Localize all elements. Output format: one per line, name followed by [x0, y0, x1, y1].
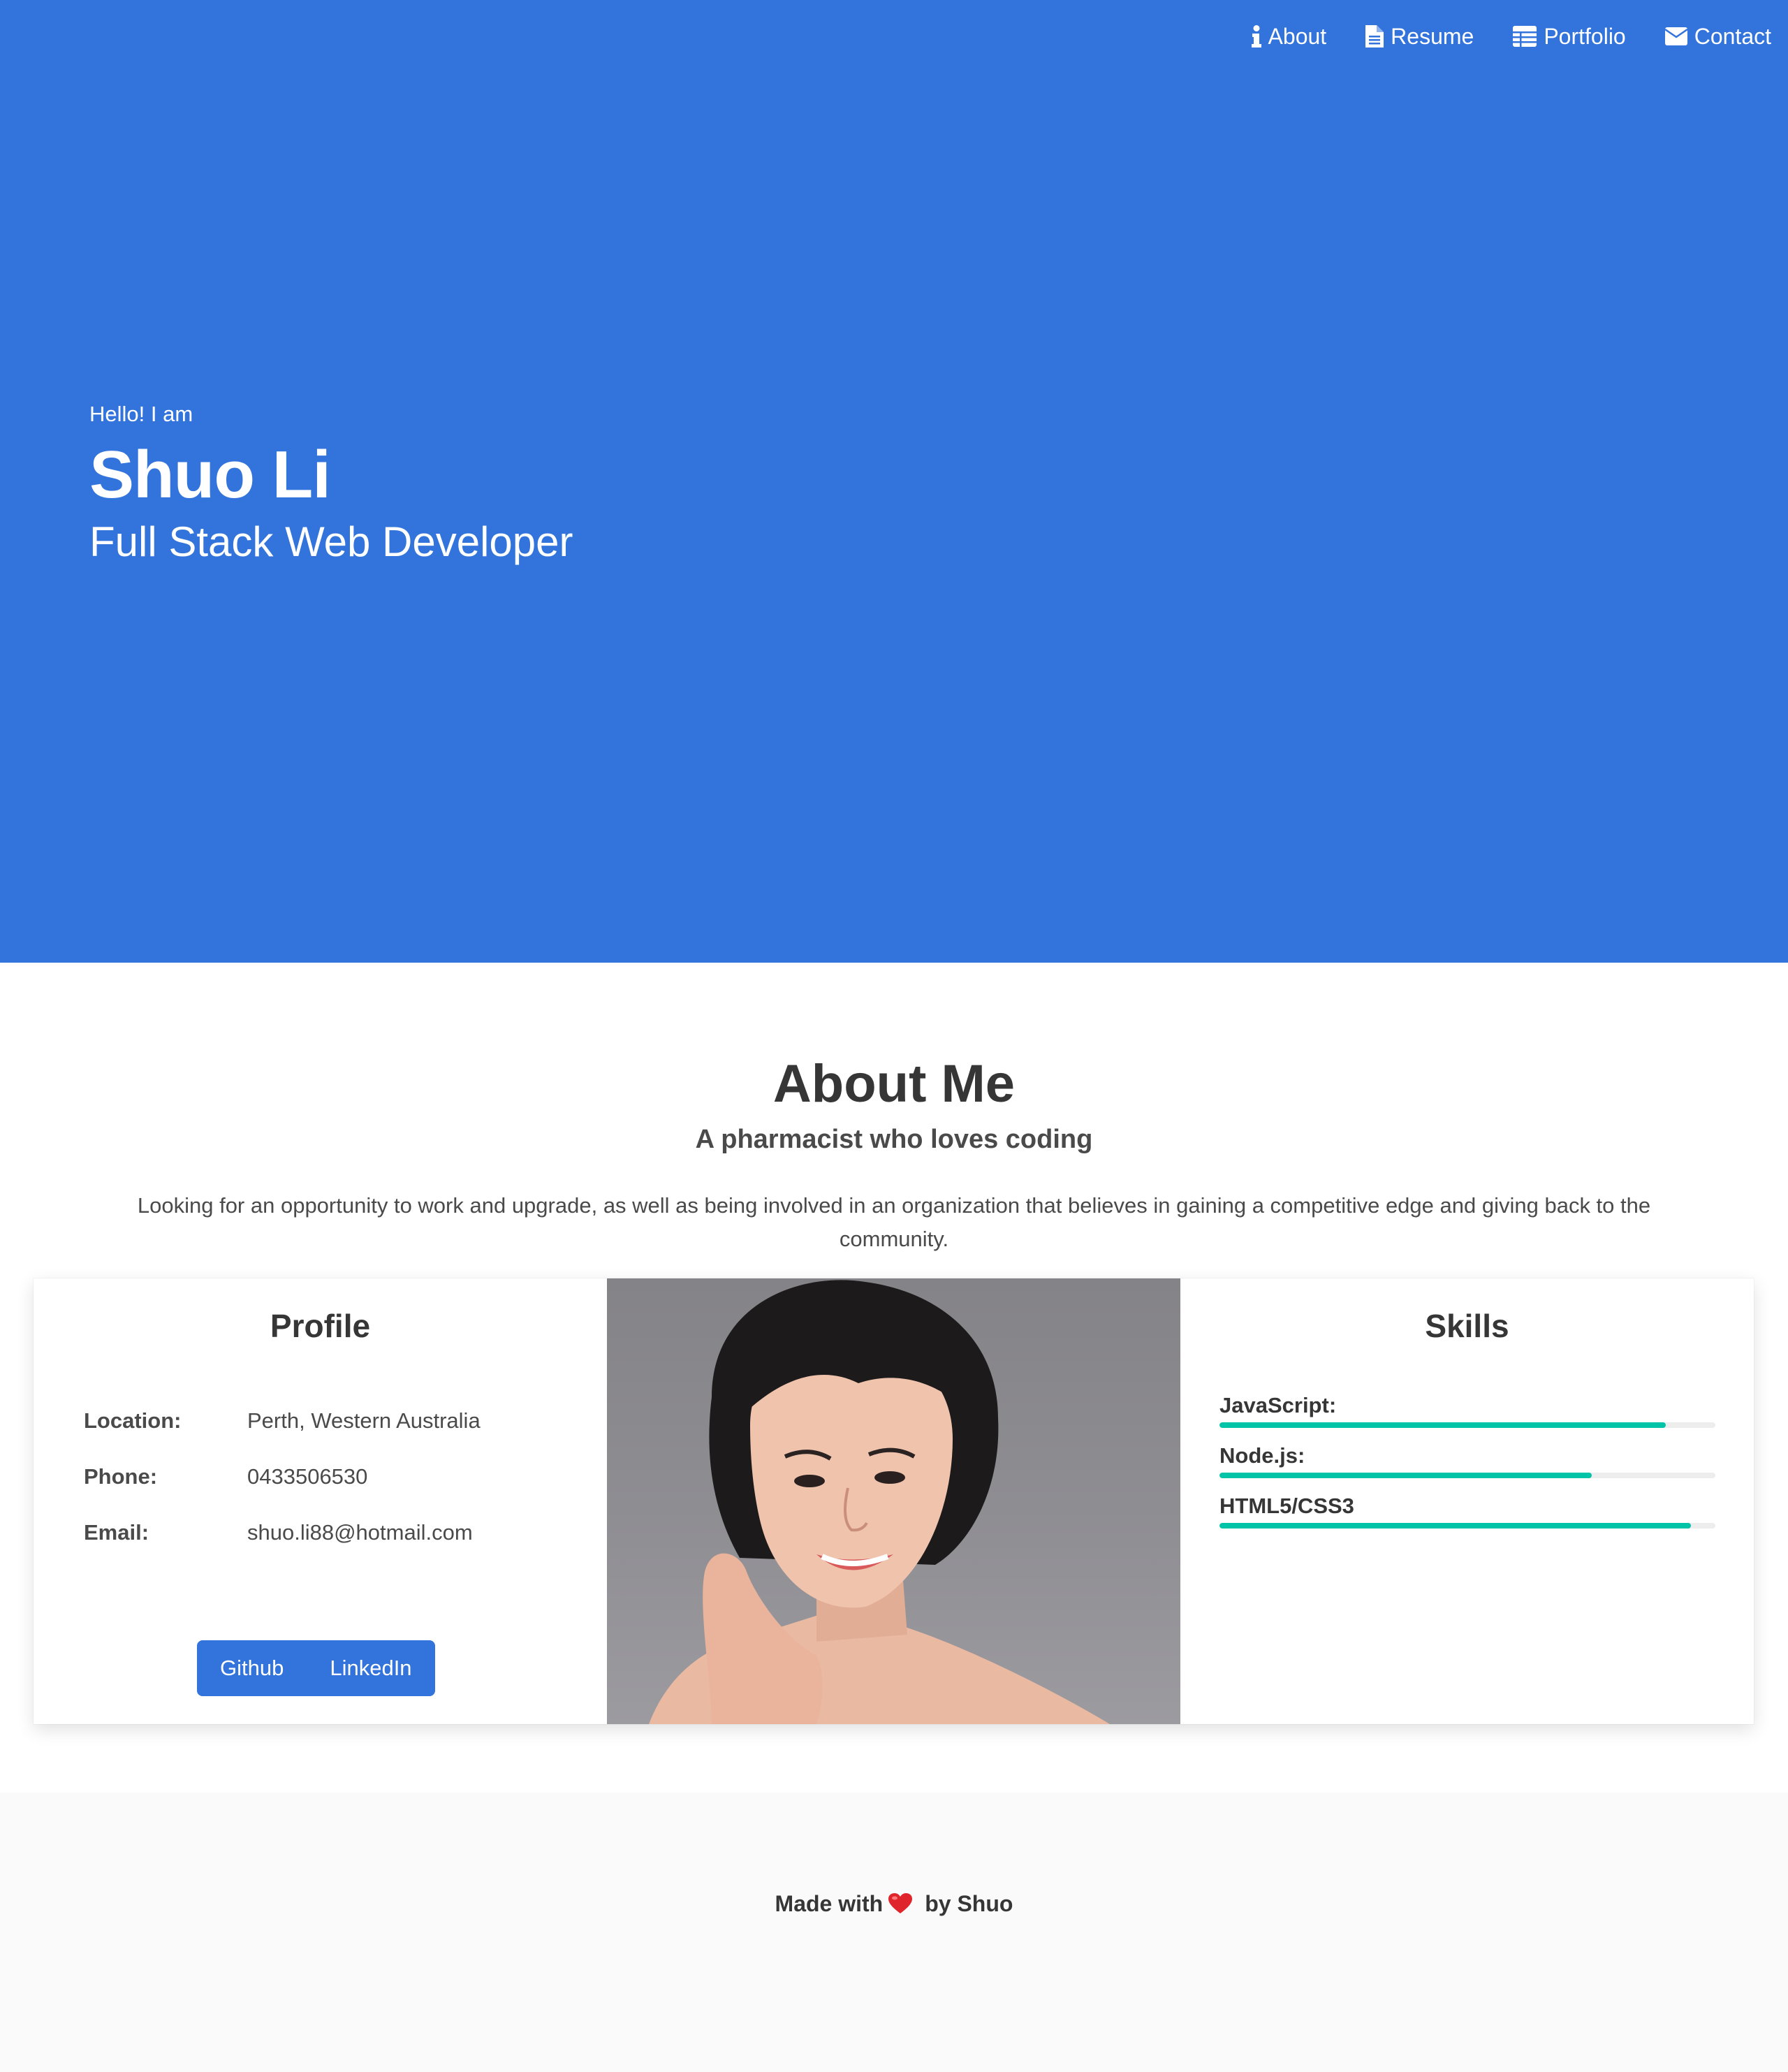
- about-subtitle: A pharmacist who loves coding: [695, 1125, 1093, 1154]
- footer-prefix: Made with: [775, 1891, 884, 1916]
- profile-row-email: Email: shuo.li88@hotmail.com: [84, 1517, 573, 1548]
- skill-name: Node.js:: [1219, 1443, 1305, 1468]
- footer: Made with by Shuo: [0, 1793, 1788, 2072]
- skill-progress-fill: [1219, 1473, 1592, 1478]
- nav-about[interactable]: About: [1251, 17, 1327, 56]
- profile-photo: [607, 1278, 1180, 1724]
- hero-greeting: Hello! I am: [89, 402, 193, 426]
- skill-name: JavaScript:: [1219, 1393, 1337, 1417]
- linkedin-button[interactable]: LinkedIn: [307, 1640, 434, 1696]
- about-card: Profile Location: Perth, Western Austral…: [34, 1278, 1754, 1724]
- skills-title: Skills: [1425, 1308, 1509, 1344]
- portrait-image: [649, 1280, 1110, 1724]
- skill-item: JavaScript:: [1219, 1390, 1715, 1428]
- profile-title: Profile: [270, 1308, 371, 1344]
- nav-resume-label: Resume: [1391, 24, 1474, 49]
- profile-value: 0433506530: [247, 1464, 368, 1489]
- profile-value: shuo.li88@hotmail.com: [247, 1520, 473, 1545]
- hero-subtitle: Full Stack Web Developer: [89, 518, 573, 565]
- profile-value: Perth, Western Australia: [247, 1408, 481, 1433]
- file-icon: [1365, 25, 1384, 48]
- footer-text: Made with by Shuo: [0, 1881, 1788, 1926]
- about-title: About Me: [772, 1054, 1016, 1114]
- hero-text: Hello! I am Shuo Li Full Stack Web Devel…: [89, 398, 573, 570]
- nav-portfolio-label: Portfolio: [1544, 24, 1626, 49]
- profile-label: Email:: [84, 1520, 149, 1545]
- hero-name: Shuo Li: [89, 437, 331, 512]
- profile-label: Location:: [84, 1408, 182, 1433]
- about-description: Looking for an opportunity to work and u…: [137, 1193, 1651, 1251]
- github-button[interactable]: Github: [197, 1640, 307, 1696]
- navbar: About Resume Portfolio Contact: [1212, 17, 1771, 56]
- hero-section: About Resume Portfolio Contact Hello! I …: [0, 0, 1788, 963]
- skill-progress-fill: [1219, 1523, 1691, 1529]
- nav-about-label: About: [1268, 24, 1327, 49]
- profile-label: Phone:: [84, 1464, 158, 1489]
- skill-name: HTML5/CSS3: [1219, 1494, 1354, 1518]
- info-icon: [1251, 25, 1261, 48]
- table-icon: [1513, 26, 1537, 47]
- footer-suffix: by Shuo: [925, 1891, 1013, 1916]
- profile-row-phone: Phone: 0433506530: [84, 1461, 573, 1492]
- skill-progress-track: [1219, 1523, 1715, 1529]
- nav-portfolio[interactable]: Portfolio: [1513, 17, 1626, 56]
- nav-contact[interactable]: Contact: [1664, 17, 1771, 56]
- envelope-icon: [1664, 27, 1687, 45]
- skill-progress-track: [1219, 1473, 1715, 1478]
- nav-contact-label: Contact: [1694, 24, 1771, 49]
- profile-row-location: Location: Perth, Western Australia: [84, 1406, 573, 1436]
- profile-column: Profile Location: Perth, Western Austral…: [34, 1278, 607, 1724]
- skill-item: Node.js:: [1219, 1440, 1715, 1478]
- skill-item: HTML5/CSS3: [1219, 1491, 1715, 1529]
- nav-resume[interactable]: Resume: [1365, 17, 1474, 56]
- skill-progress-fill: [1219, 1422, 1666, 1428]
- skills-column: Skills JavaScript: Node.js: HTML5/CSS3: [1180, 1278, 1754, 1724]
- social-buttons: Github LinkedIn: [197, 1640, 435, 1696]
- skill-progress-track: [1219, 1422, 1715, 1428]
- heart-icon: [888, 1893, 913, 1913]
